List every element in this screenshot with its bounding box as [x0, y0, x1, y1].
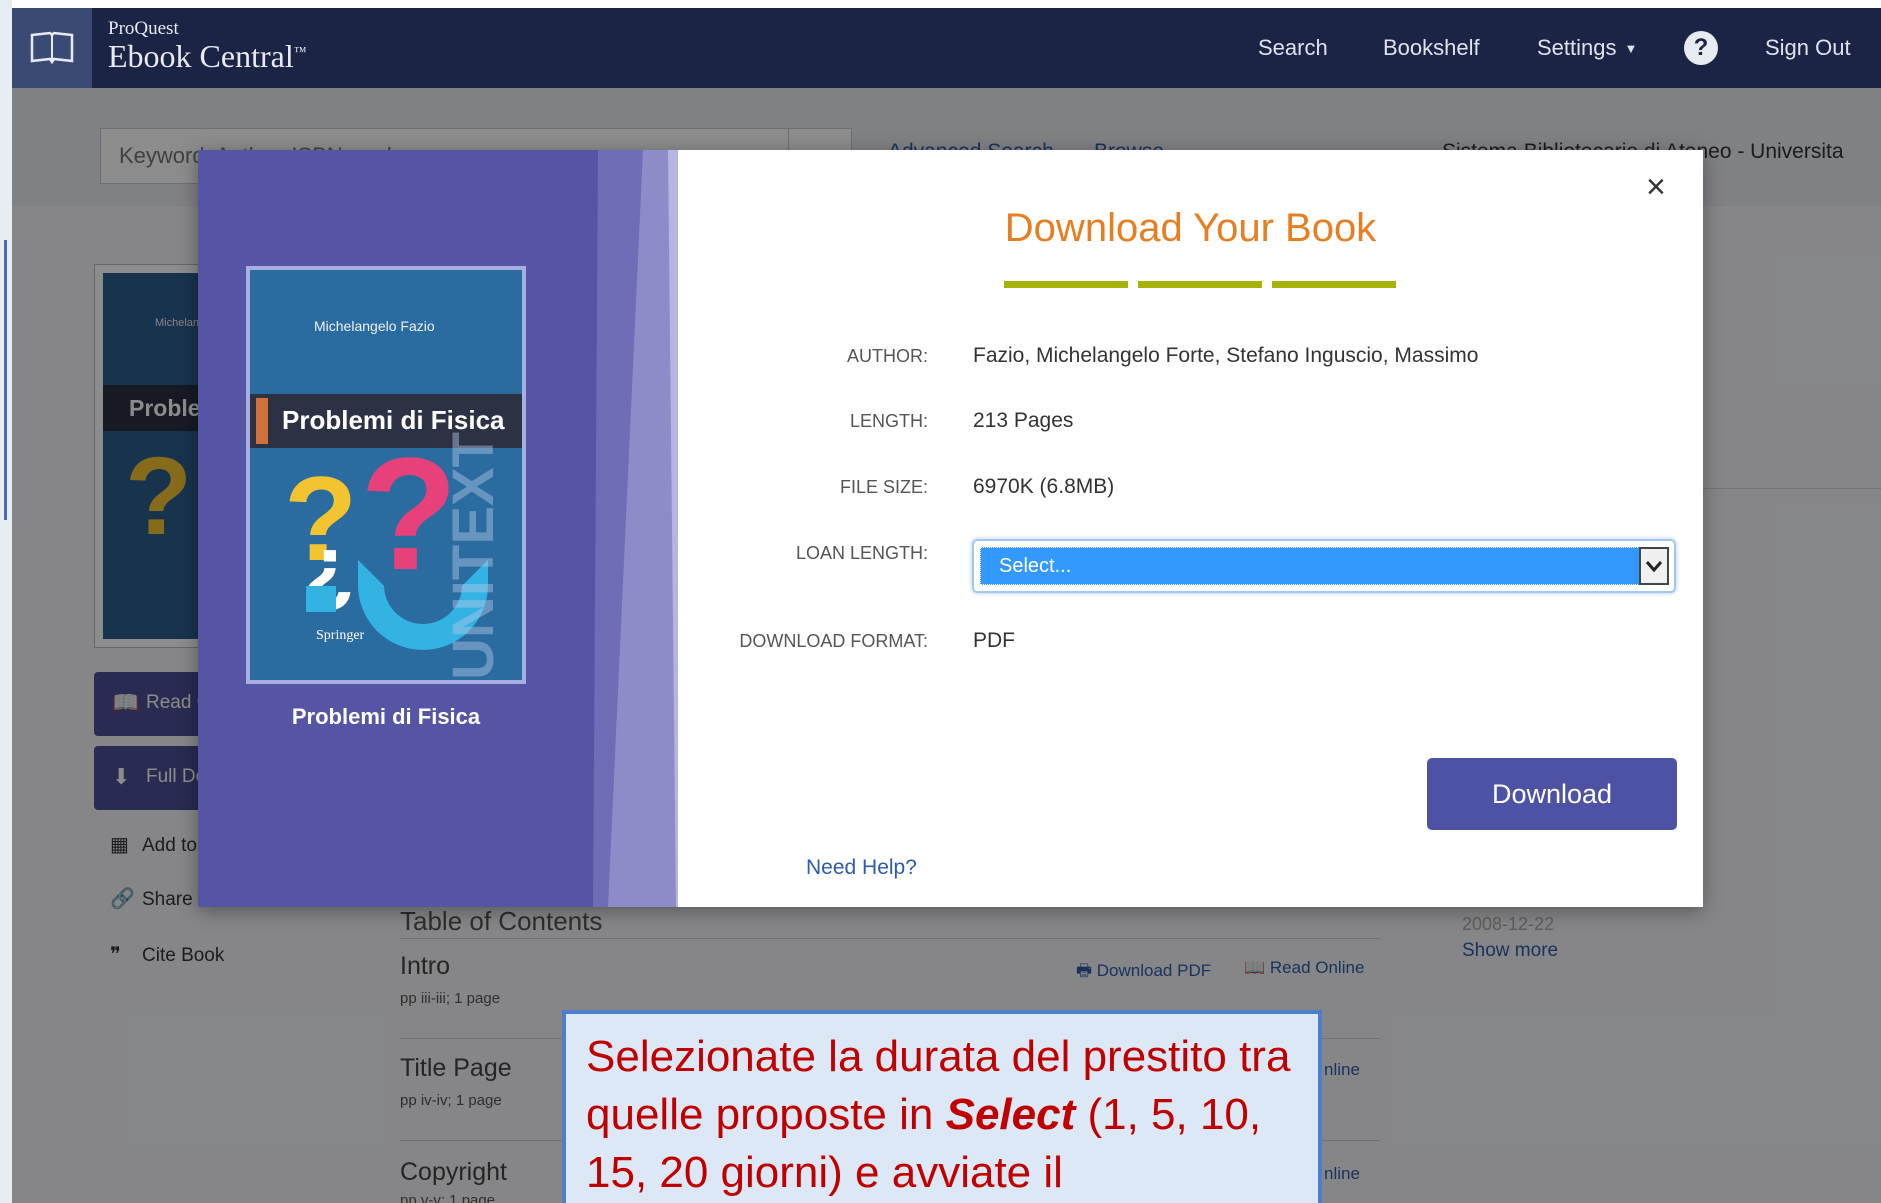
author-value: Fazio, Michelangelo Forte, Stefano Ingus…: [973, 344, 1479, 367]
settings-label: Settings: [1537, 35, 1617, 60]
file-size-value: 6970K (6.8MB): [973, 475, 1115, 498]
blue-block-art: [306, 586, 336, 612]
book-caption: Problemi di Fisica: [291, 704, 481, 729]
loan-length-select[interactable]: Select...: [972, 539, 1676, 593]
brand-name: Ebook Central: [108, 38, 294, 74]
nav-help[interactable]: ?: [1684, 8, 1718, 88]
file-size-label: FILE SIZE:: [839, 477, 928, 497]
download-format-value: PDF: [973, 629, 1015, 652]
nav-settings-menu[interactable]: Settings ▼: [1537, 8, 1637, 88]
length-label: LENGTH:: [849, 411, 928, 431]
loan-length-selected: Select...: [999, 555, 1072, 577]
window-left-edge: [0, 0, 12, 1203]
nav-search-link[interactable]: Search: [1258, 8, 1328, 88]
brand-logo[interactable]: ProQuest Ebook Central™: [108, 18, 306, 75]
title-underline: [1004, 281, 1128, 288]
instruction-callout: Selezionate la durata del prestito tra q…: [562, 1010, 1322, 1203]
close-icon[interactable]: ×: [1646, 168, 1666, 207]
instruction-emphasis: Select: [945, 1090, 1076, 1139]
download-format-label: DOWNLOAD FORMAT:: [739, 631, 928, 651]
chevron-down-icon[interactable]: [1639, 547, 1669, 585]
book-logo-icon[interactable]: [12, 8, 92, 88]
download-book-modal: Michelangelo Fazio Problemi di Fisica ? …: [198, 150, 1703, 907]
instruction-text: Selezionate la durata del prestito tra q…: [586, 1028, 1318, 1202]
nav-signout-link[interactable]: Sign Out: [1765, 8, 1851, 88]
caret-down-icon: ▼: [1624, 40, 1638, 56]
help-icon: ?: [1684, 31, 1718, 65]
modal-book-panel: Michelangelo Fazio Problemi di Fisica ? …: [198, 150, 678, 907]
cover-author: Michelangelo Fazio: [314, 318, 435, 334]
download-button[interactable]: Download: [1427, 758, 1677, 830]
title-underline: [1272, 281, 1396, 288]
trademark-symbol: ™: [293, 43, 307, 59]
top-navigation-bar: ProQuest Ebook Central™ Search Bookshelf…: [12, 8, 1881, 88]
author-label: AUTHOR:: [847, 346, 928, 366]
loan-length-label: LOAN LENGTH:: [795, 543, 928, 563]
length-value: 213 Pages: [973, 409, 1074, 432]
nav-bookshelf-link[interactable]: Bookshelf: [1383, 8, 1480, 88]
brand-ebook-central: Ebook Central™: [108, 38, 306, 75]
brand-proquest: ProQuest: [108, 18, 179, 39]
window-edge-accent: [4, 240, 7, 520]
title-underline: [1138, 281, 1262, 288]
modal-title: Download Your Book: [1004, 206, 1377, 250]
need-help-link[interactable]: Need Help?: [806, 856, 917, 880]
book-cover-image: Michelangelo Fazio Problemi di Fisica ? …: [246, 266, 526, 684]
